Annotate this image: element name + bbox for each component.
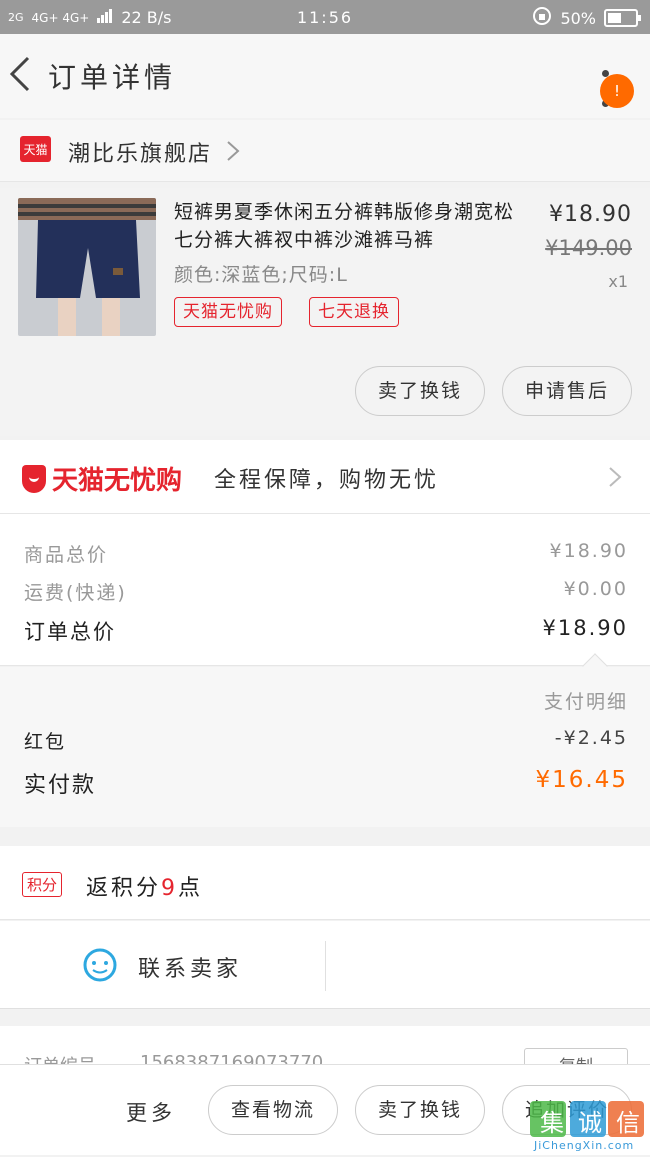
shop-row[interactable]: 天猫 潮比乐旗舰店: [0, 120, 650, 182]
nav-header: 订单详情 !: [0, 34, 650, 118]
chevron-right-icon: [609, 467, 622, 487]
goods-total-value: ¥18.90: [549, 540, 628, 562]
product-original-price: ¥149.00: [545, 236, 632, 260]
redpacket-row: 红包 -¥2.45: [24, 727, 628, 754]
product-name[interactable]: 短裤男夏季休闲五分裤韩版修身潮宽松七分裤大裤衩中裤沙滩裤马裤: [174, 198, 524, 254]
after-sales-button[interactable]: 申请售后: [502, 366, 632, 416]
redpacket-label: 红包: [24, 731, 67, 753]
points-text: 返积分9点: [86, 870, 203, 902]
contact-section: 联系卖家: [0, 921, 650, 1009]
paid-label: 实付款: [24, 773, 97, 798]
product-quantity: x1: [608, 272, 628, 291]
status-bar: 2G 4G+ 4G+ 22 B/s 11:56 50%: [0, 0, 650, 34]
back-button[interactable]: [6, 54, 36, 94]
product-item[interactable]: 短裤男夏季休闲五分裤韩版修身潮宽松七分裤大裤衩中裤沙滩裤马裤 ¥18.90 ¥1…: [0, 188, 650, 436]
more-button[interactable]: 更多: [126, 1097, 176, 1127]
resell-button-bottom[interactable]: 卖了换钱: [355, 1085, 485, 1135]
order-total-row: 订单总价 ¥18.90: [24, 616, 628, 646]
payment-detail: 支付明细 红包 -¥2.45 实付款 ¥16.45: [0, 653, 650, 827]
tmall-logo: 天猫: [20, 136, 51, 162]
points-prefix: 返积分: [86, 876, 162, 901]
points-badge: 积分: [22, 872, 63, 897]
product-sku: 颜色:深蓝色;尺码:L: [174, 264, 348, 286]
paid-row: 实付款 ¥16.45: [24, 767, 628, 799]
order-summary: 商品总价 ¥18.90 运费(快递) ¥0.00 订单总价 ¥18.90: [0, 514, 650, 666]
contact-seller-button[interactable]: 联系卖家: [138, 951, 242, 983]
points-suffix: 点: [178, 876, 204, 901]
watermark-logo: 集诚信 JiChengXin.com: [528, 1095, 646, 1153]
watermark-brand: 集诚信: [540, 1109, 650, 1137]
assurance-row[interactable]: 天猫无忧购 全程保障，购物无忧: [0, 440, 650, 514]
chevron-right-icon: [227, 141, 240, 161]
assurance-desc: 全程保障，购物无忧: [214, 468, 440, 493]
tag-seven-day-return: 七天退换: [309, 297, 399, 327]
chevron-left-icon: [9, 56, 30, 92]
resell-button[interactable]: 卖了换钱: [355, 366, 485, 416]
product-price: ¥18.90: [549, 202, 632, 227]
shipping-value: ¥0.00: [563, 578, 628, 600]
points-row: 积分 返积分9点: [0, 846, 650, 920]
points-value: 9: [161, 876, 179, 901]
rotation-lock-icon: [532, 6, 552, 30]
watermark-text: JiChengXin.com: [534, 1139, 635, 1152]
shipping-row: 运费(快递) ¥0.00: [24, 578, 628, 605]
battery-percent: 50%: [560, 8, 596, 28]
goods-total-row: 商品总价 ¥18.90: [24, 540, 628, 567]
shield-icon: [22, 464, 46, 493]
shop-name: 潮比乐旗舰店: [68, 142, 213, 167]
goods-total-label: 商品总价: [24, 544, 109, 566]
notification-badge[interactable]: !: [600, 74, 634, 108]
product-thumbnail[interactable]: [18, 198, 156, 336]
order-total-label: 订单总价: [24, 620, 116, 644]
divider: [325, 941, 326, 991]
page-title: 订单详情: [48, 61, 177, 94]
payment-detail-label: 支付明细: [543, 691, 628, 713]
worry-free-brand: 天猫无忧购: [52, 466, 183, 496]
view-logistics-button[interactable]: 查看物流: [208, 1085, 338, 1135]
worry-free-logo: 天猫无忧购: [22, 460, 182, 497]
chat-bubble-icon[interactable]: [82, 947, 118, 983]
order-total-value: ¥18.90: [542, 616, 628, 640]
battery-icon: [604, 9, 641, 27]
shipping-label: 运费(快递): [24, 582, 127, 604]
redpacket-value: -¥2.45: [554, 727, 628, 749]
order-info: 订单编号 1568387169073770 复制: [0, 1026, 650, 1066]
tag-worry-free: 天猫无忧购: [174, 297, 282, 327]
paid-value: ¥16.45: [535, 767, 628, 793]
